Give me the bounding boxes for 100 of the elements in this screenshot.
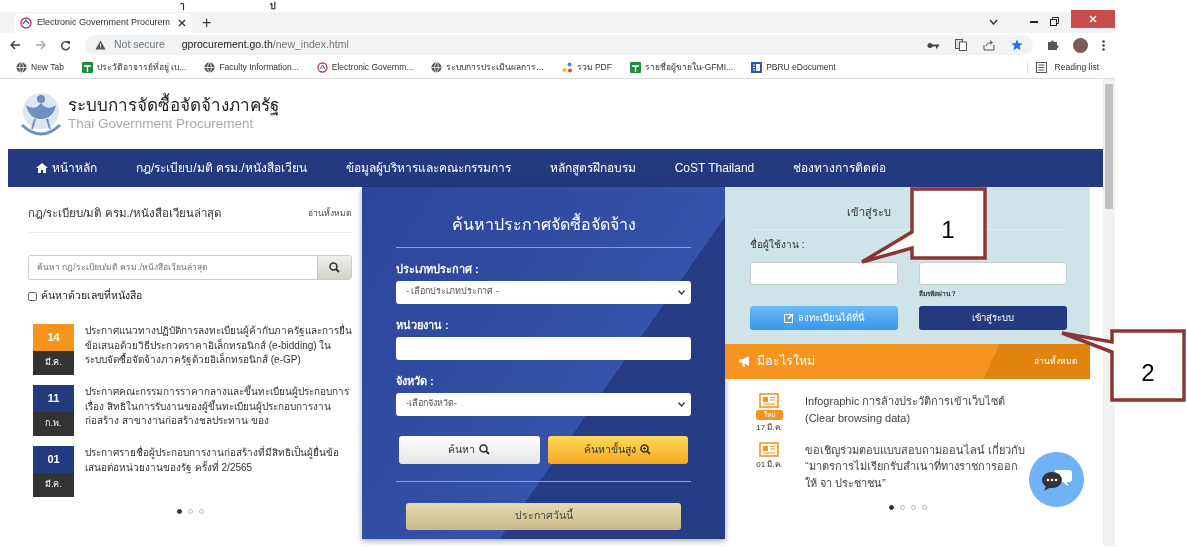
bookmark-link[interactable]: ระบบการประเมินผลการ... [446, 61, 544, 74]
home-icon [36, 163, 48, 173]
date-month: มี.ค. [33, 351, 74, 375]
checkbox[interactable] [28, 291, 37, 301]
username-label: ชื่อผู้ใช้งาน : [750, 236, 806, 252]
emblem-icon [316, 62, 328, 73]
edit-icon [784, 313, 794, 324]
newspaper-icon [759, 393, 779, 408]
scrollbar[interactable] [1103, 79, 1115, 546]
news-link[interactable]: ขอเชิญร่วมตอบแบบสอบถามออนไลน์ เกี่ยวกับ “มาตรการไม่เรียกรับสำเนาที่ทางราชการออกให้ จา ประชาชน” [805, 441, 1027, 492]
today-announcements-button[interactable]: ประกาศวันนี้ [406, 502, 681, 530]
news-link[interactable]: Infographic การล้างประวัติการเข้าเว็บไซต์ (Clear browsing data) [805, 393, 1027, 434]
spreadsheet-icon [629, 62, 641, 73]
date-day: 11 [33, 385, 74, 412]
username-field[interactable] [750, 261, 898, 285]
news-date: 01 มี.ค. [756, 458, 782, 471]
puzzle-icon[interactable] [1047, 39, 1059, 51]
bookmark-link[interactable]: รายชื่อผู้ขายใน-GFMI... [644, 61, 734, 74]
nav-link[interactable]: กฎ/ระเบียบ/มติ ครม./หนังสือเวียน [136, 159, 307, 177]
reload-icon[interactable] [60, 39, 71, 51]
date-day: 01 [33, 446, 74, 473]
megaphone-icon [739, 356, 752, 367]
url-text: gprocurement.go.th/new_index.html [181, 37, 349, 53]
nav-link[interactable]: ข้อมูลผู้บริหารและคณะกรรมการ [345, 159, 511, 177]
globe-icon [204, 62, 216, 73]
callout-number: 2 [1141, 359, 1155, 386]
search-button[interactable]: ค้นหา [399, 435, 540, 464]
list-icon [1035, 62, 1047, 73]
bookmark-link[interactable]: New Tab [31, 61, 64, 74]
colored-dots-icon [561, 62, 573, 73]
emblem-icon [20, 17, 32, 29]
close-icon [1089, 15, 1097, 23]
more-icon[interactable] [1102, 39, 1105, 51]
close-icon[interactable] [178, 19, 186, 27]
advanced-search-button[interactable]: ค้นหาขั้นสูง [547, 435, 688, 464]
news-date: 17 มี.ค. [756, 421, 782, 434]
page-dot[interactable] [888, 505, 894, 511]
restore-icon[interactable] [1050, 17, 1059, 26]
page-dot[interactable] [899, 505, 905, 511]
translate-icon[interactable] [955, 39, 967, 51]
nav-link[interactable]: หน้าหลัก [36, 159, 97, 177]
new-tab-button[interactable]: + [202, 15, 212, 31]
section-title: มีอะไรใหม่ [757, 353, 815, 371]
chevron-down-icon[interactable] [989, 18, 998, 25]
login-button[interactable]: เข้าสู่ระบบ [919, 306, 1067, 331]
chat-button[interactable] [1029, 452, 1084, 507]
section-title: กฎ/ระเบียบ/มติ ครม./หนังสือเวียนล่าสุด [28, 206, 221, 222]
date-day: 14 [33, 324, 74, 351]
back-arrow-icon[interactable] [10, 40, 21, 50]
page-dot[interactable] [910, 505, 916, 511]
bookmark-link[interactable]: รวม PDF [576, 61, 612, 74]
site-subtitle: Thai Government Procurement [68, 116, 255, 132]
spreadsheet-icon [81, 62, 93, 73]
page-dot[interactable] [198, 509, 204, 514]
announcement-link[interactable]: ประกาศคณะกรรมการราคากลางและขึ้นทะเบียนผู้ประกอบการ เรื่อง สิทธิในการรับงานของผู้ขึ้นทะเบียนผู้ประกอบการงานก่อสร้าง สาขางานก่อสร้างชลประทาน ของ [85, 385, 352, 436]
dropdown[interactable]: -เลือกจังหวัด- [396, 392, 691, 416]
announcement-link[interactable]: ประกาศแนวทางปฏิบัติการลงทะเบียนผู้ค้ากับภาครัฐและการยื่นข้อเสนอด้วยวิธีประกวดราคาอิเล็กทรอนิกส์ (e-bidding) ในระบบจัดซื้อจัดจ้างภาครัฐด้วยอิเล็กทรอนิกส์ (e-GP) [85, 324, 352, 375]
announcement-link[interactable]: ประกาศรายชื่อผู้ประกอบการงานก่อสร้างที่มีสิทธิเป็นผู้ยื่นข้อเสนอต่อหน่วยงานของรัฐ ครั้งที่ 2/2565 [85, 446, 352, 497]
nav-link[interactable]: หลักสูตรฝึกอบรม [549, 159, 636, 177]
read-all-link[interactable]: อ่านทั้งหมด [308, 207, 352, 220]
bookmark-link[interactable]: PBRU eDocument [766, 61, 836, 74]
field-label: ประเภทประกาศ : [396, 262, 480, 277]
search-icon [329, 262, 340, 274]
nav-link[interactable]: ช่องทางการติดต่อ [793, 159, 887, 177]
globe-icon [431, 62, 443, 73]
reading-list-button[interactable]: Reading list [1054, 61, 1099, 74]
password-field[interactable] [919, 261, 1067, 285]
avatar-icon[interactable] [1073, 37, 1088, 53]
security-status: Not secure [114, 37, 165, 53]
search-button[interactable] [317, 256, 351, 280]
dropdown[interactable]: - เลือกประเภทประกาศ - [396, 280, 691, 304]
bookmark-link[interactable]: Faculty Information... [219, 61, 299, 74]
browser-tab[interactable]: Electronic Government Procurem [14, 13, 192, 33]
bookmark-link[interactable]: Electronic Governm... [331, 61, 414, 74]
caret-icon [678, 289, 685, 295]
newspaper-icon [759, 441, 779, 457]
search-field[interactable]: ค้นหา กฎ/ระเบียบ/มติ ครม./หนังสือเวียนล่าสุด [28, 255, 352, 281]
star-icon[interactable] [1011, 39, 1023, 51]
warning-icon [95, 40, 106, 50]
page-dot[interactable] [921, 505, 927, 511]
field-label: หน่วยงาน : [396, 317, 450, 333]
key-icon[interactable] [927, 41, 939, 49]
input-field[interactable] [396, 336, 691, 360]
bookmark-link[interactable]: ประวัติอาจารย์ที่อยู่ เบ... [96, 61, 187, 74]
minimize-icon[interactable] [1030, 20, 1038, 23]
search-icon [479, 444, 491, 455]
nav-link[interactable]: CoST Thailand [674, 159, 755, 177]
checkbox-label: ค้นหาด้วยเลขที่หนังสือ [41, 288, 142, 304]
panel-title: ค้นหาประกาศจัดซื้อจัดจ้าง [396, 187, 691, 248]
address-bar[interactable]: Not secure gprocurement.go.th/new_index.html [85, 35, 1033, 55]
tab-title: Electronic Government Procurem [37, 16, 172, 30]
chat-bubbles-icon [1040, 467, 1073, 492]
text-fragment: ๅ [180, 0, 184, 12]
field-label: จังหวัด : [396, 374, 435, 389]
page-dot[interactable] [176, 509, 182, 514]
globe-icon [16, 62, 27, 73]
page-dot[interactable] [187, 509, 193, 514]
date-month: ก.พ. [33, 412, 74, 436]
date-month: มี.ค. [33, 473, 74, 497]
share-icon[interactable] [983, 39, 995, 51]
